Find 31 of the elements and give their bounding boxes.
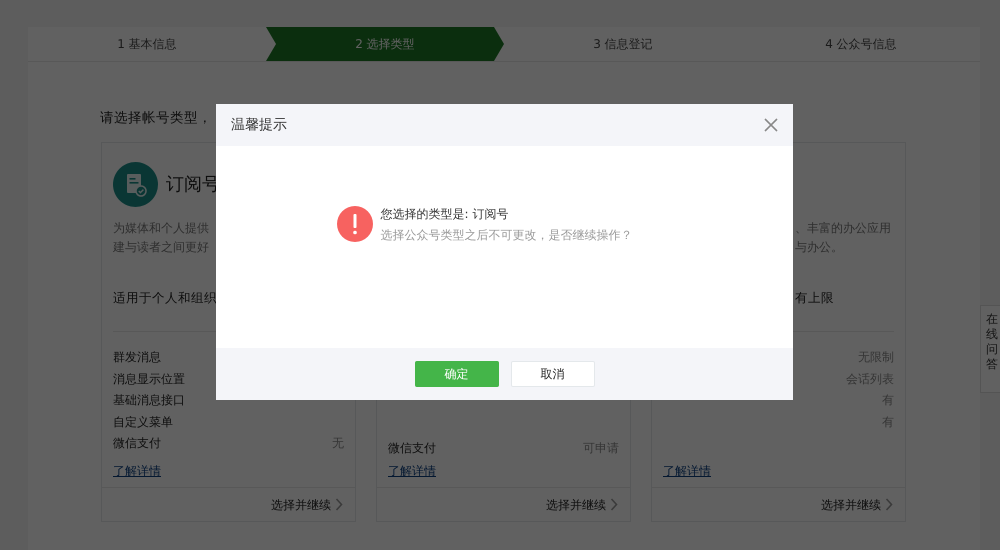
audience-text: 有上限 [795, 290, 834, 305]
feature-label: 自定义菜单 [113, 414, 173, 430]
dialog-message: 您选择的类型是: 订阅号 [380, 206, 510, 222]
feature-label: 微信支付 [388, 440, 436, 456]
details-link[interactable]: 了解详情 [113, 464, 161, 478]
close-icon[interactable] [764, 118, 778, 132]
dialog-note: 选择公众号类型之后不可更改，是否继续操作？ [380, 226, 632, 244]
feature-label: 消息显示位置 [113, 370, 185, 388]
cancel-button[interactable]: 取消 [510, 361, 594, 387]
details-link[interactable]: 了解详情 [388, 464, 436, 478]
step-tab[interactable]: 4 公众号信息 [742, 27, 980, 61]
side-tab[interactable]: 在线问答 [980, 305, 1000, 393]
details-link[interactable]: 了解详情 [663, 464, 711, 478]
audience-text: 适用于个人和组织 [113, 290, 217, 305]
continue-link[interactable]: 选择并继续 [271, 496, 331, 514]
feature-label: 群发消息 [113, 349, 161, 366]
chevron-right-icon[interactable] [885, 498, 893, 511]
step-tab[interactable]: 1 基本信息 [28, 27, 266, 61]
continue-link[interactable]: 选择并继续 [821, 496, 881, 514]
warning-icon [336, 206, 372, 242]
step-tab[interactable]: 2 选择类型 [266, 27, 504, 61]
feature-label: 基础消息接口 [113, 392, 185, 409]
document-check-icon [113, 162, 158, 206]
chevron-right-icon[interactable] [335, 498, 343, 511]
continue-link[interactable]: 选择并继续 [546, 496, 606, 514]
chevron-right-icon[interactable] [610, 498, 618, 511]
confirm-button[interactable]: 确定 [414, 361, 498, 387]
step-tab[interactable]: 3 信息登记 [504, 27, 742, 61]
dialog-title: 温馨提示 [231, 116, 287, 134]
instruction-text: 请选择帐号类型， [100, 110, 212, 126]
feature-label: 微信支付 [113, 435, 161, 452]
